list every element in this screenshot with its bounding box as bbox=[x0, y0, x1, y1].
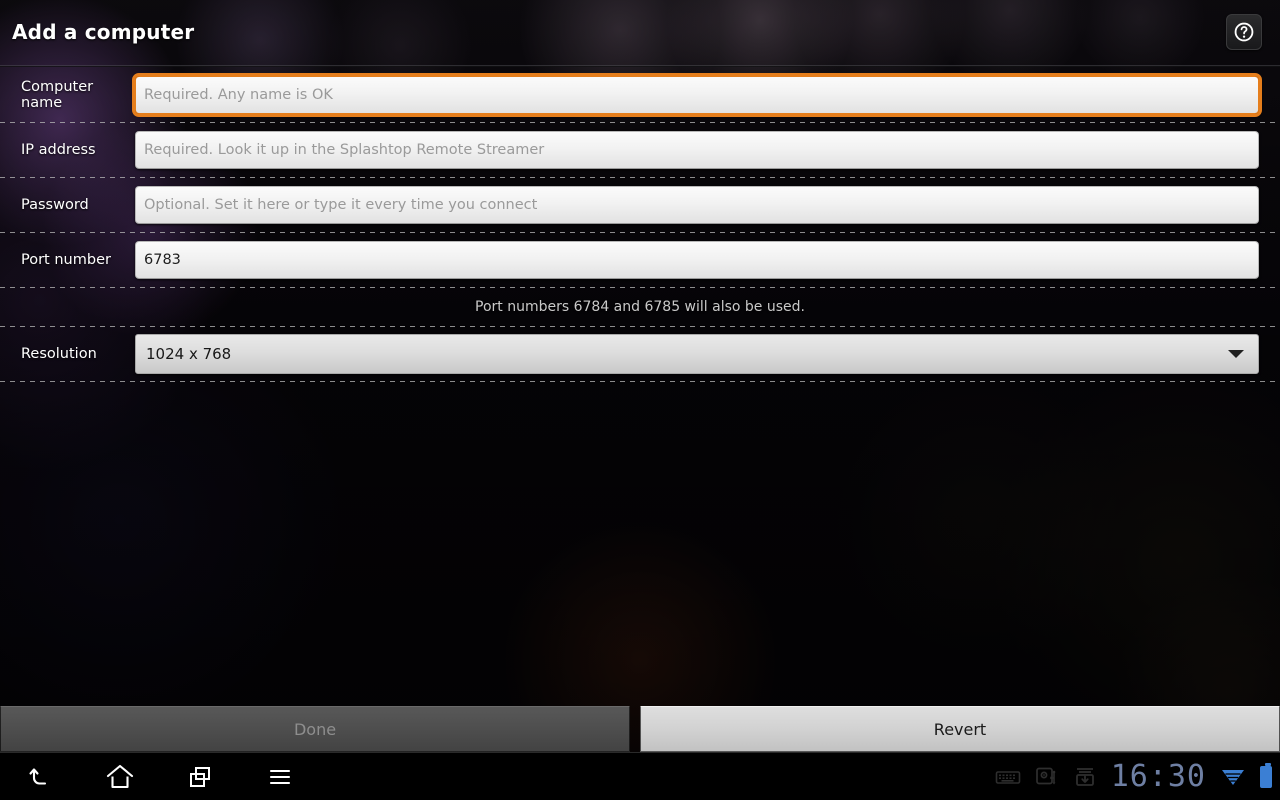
wifi-status-icon[interactable] bbox=[1220, 767, 1246, 787]
value-port-number: 6783 bbox=[144, 252, 181, 268]
input-port-number[interactable]: 6783 bbox=[135, 241, 1259, 279]
battery-status-icon[interactable] bbox=[1260, 763, 1272, 788]
label-password: Password bbox=[21, 197, 89, 213]
chevron-down-icon bbox=[1228, 350, 1244, 358]
title-bar: Add a computer bbox=[0, 0, 1280, 66]
keyboard-icon bbox=[995, 771, 1020, 784]
nav-menu-button[interactable] bbox=[240, 753, 320, 800]
nav-recents-button[interactable] bbox=[160, 753, 240, 800]
page-title: Add a computer bbox=[12, 20, 195, 44]
usb-storage-status-icon[interactable] bbox=[1035, 765, 1059, 789]
divider-6 bbox=[0, 381, 1280, 382]
divider-4 bbox=[0, 287, 1280, 288]
row-computer-name: Computer name Required. Any name is OK bbox=[0, 68, 1280, 122]
help-button[interactable] bbox=[1226, 14, 1262, 50]
system-navigation-bar: 16:30 bbox=[0, 752, 1280, 800]
back-arrow-icon bbox=[29, 768, 47, 785]
menu-icon bbox=[269, 769, 291, 785]
port-hint-text: Port numbers 6784 and 6785 will also be … bbox=[475, 299, 805, 315]
placeholder-password: Optional. Set it here or type it every t… bbox=[144, 197, 538, 213]
download-icon bbox=[1075, 768, 1094, 786]
action-bar: Done Revert bbox=[0, 706, 1280, 752]
value-resolution: 1024 x 768 bbox=[146, 345, 232, 363]
wifi-icon bbox=[1222, 770, 1244, 785]
placeholder-computer-name: Required. Any name is OK bbox=[144, 87, 333, 103]
download-status-icon[interactable] bbox=[1073, 766, 1097, 788]
nav-back-button[interactable] bbox=[0, 753, 80, 800]
battery-icon bbox=[1260, 763, 1272, 788]
row-resolution: Resolution 1024 x 768 bbox=[0, 327, 1280, 381]
nav-home-button[interactable] bbox=[80, 753, 160, 800]
title-bar-rule bbox=[0, 65, 1280, 67]
status-clock[interactable]: 16:30 bbox=[1111, 762, 1206, 792]
row-port-hint: Port numbers 6784 and 6785 will also be … bbox=[0, 288, 1280, 326]
status-icons-group: 16:30 bbox=[995, 753, 1272, 800]
input-password[interactable]: Optional. Set it here or type it every t… bbox=[135, 186, 1259, 224]
app-screen: Add a computer Computer name Required. A… bbox=[0, 0, 1280, 800]
select-resolution[interactable]: 1024 x 768 bbox=[135, 334, 1259, 374]
nav-buttons-group bbox=[0, 753, 320, 800]
done-button[interactable]: Done bbox=[0, 706, 630, 752]
label-ip-address: IP address bbox=[21, 142, 96, 158]
add-computer-form: Computer name Required. Any name is OK I… bbox=[0, 68, 1280, 382]
home-icon bbox=[106, 764, 134, 789]
row-ip-address: IP address Required. Look it up in the S… bbox=[0, 123, 1280, 177]
input-computer-name[interactable]: Required. Any name is OK bbox=[132, 73, 1262, 117]
label-resolution: Resolution bbox=[21, 346, 97, 362]
label-port-number: Port number bbox=[21, 252, 111, 268]
row-port-number: Port number 6783 bbox=[0, 233, 1280, 287]
revert-button[interactable]: Revert bbox=[640, 706, 1280, 752]
usb-storage-icon bbox=[1035, 767, 1056, 785]
row-password: Password Optional. Set it here or type i… bbox=[0, 178, 1280, 232]
keyboard-status-button[interactable] bbox=[995, 767, 1021, 787]
help-circle-icon bbox=[1234, 22, 1254, 42]
input-ip-address[interactable]: Required. Look it up in the Splashtop Re… bbox=[135, 131, 1259, 169]
placeholder-ip-address: Required. Look it up in the Splashtop Re… bbox=[144, 142, 545, 158]
recent-apps-icon bbox=[190, 767, 210, 787]
label-computer-name: Computer name bbox=[21, 79, 94, 111]
button-spacer bbox=[630, 706, 640, 752]
